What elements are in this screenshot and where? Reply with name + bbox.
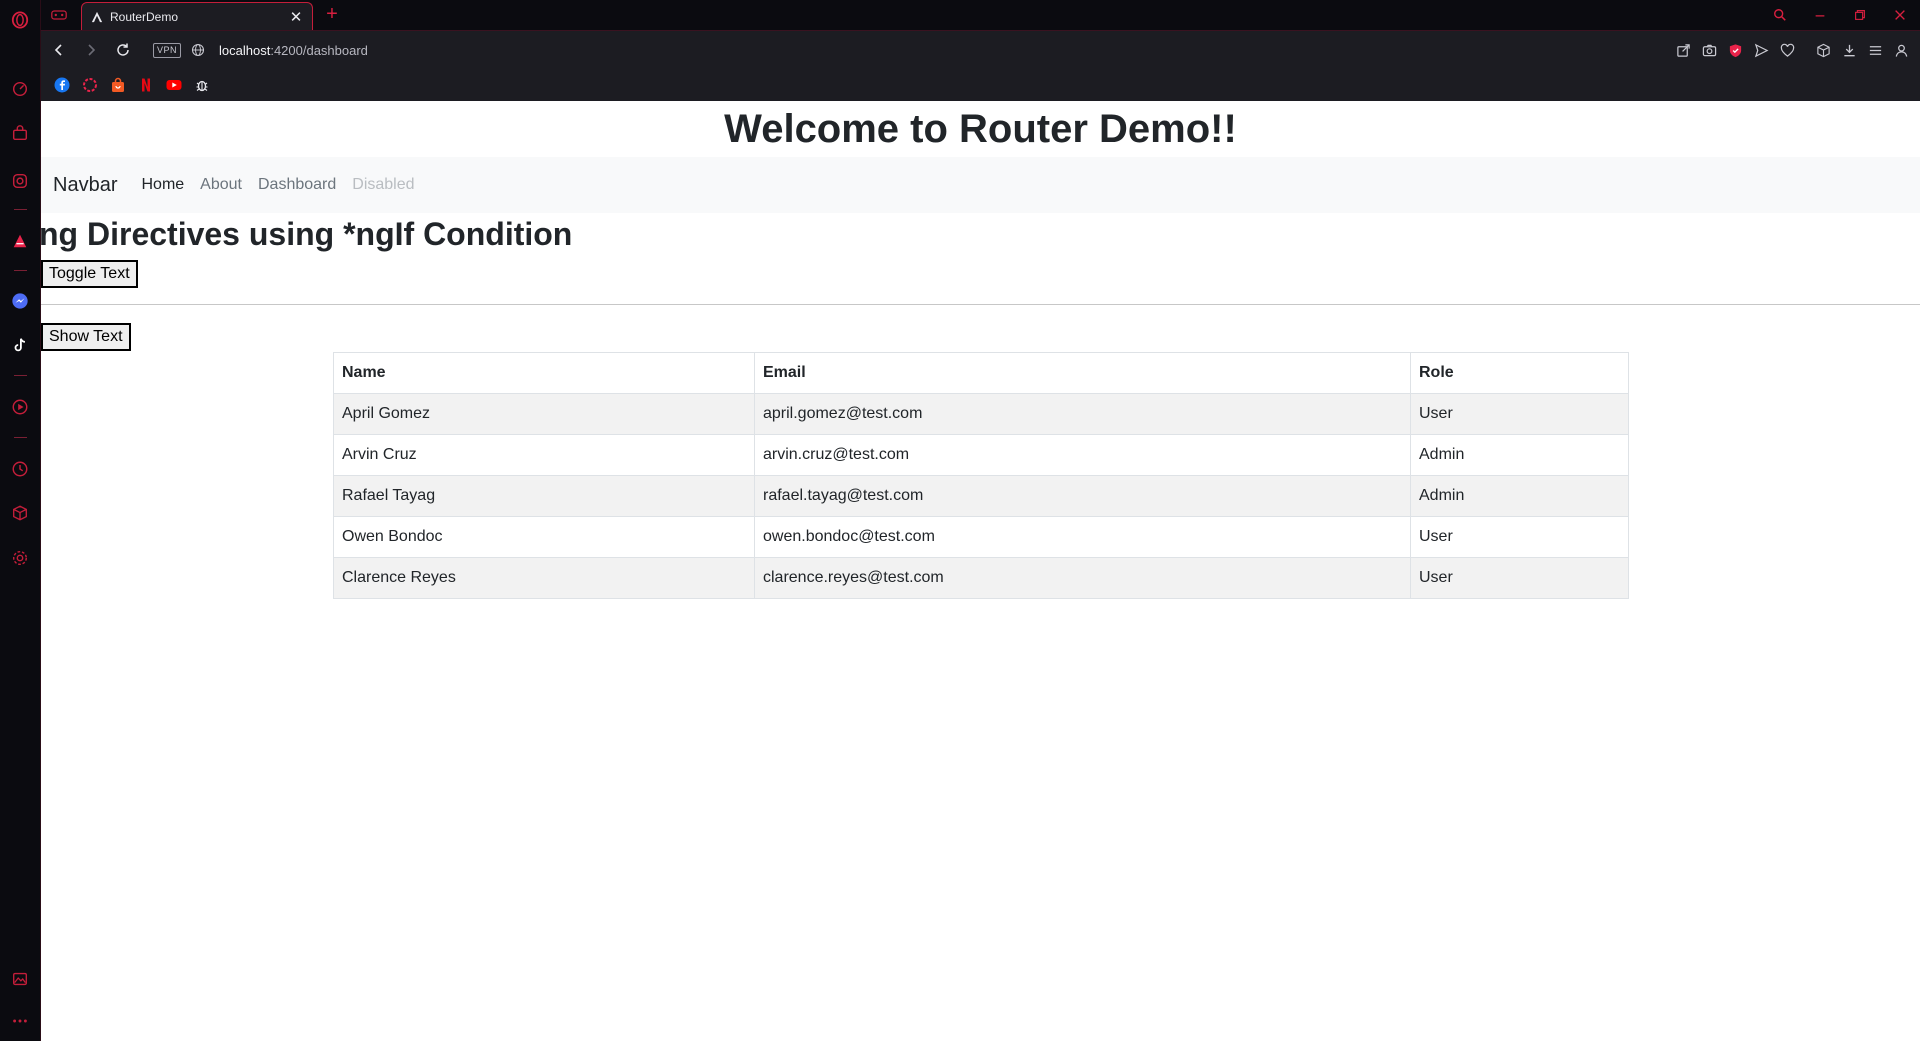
more-icon[interactable]: [9, 1010, 31, 1032]
heart-icon[interactable]: [1774, 36, 1800, 64]
cell-name: Clarence Reyes: [333, 557, 755, 599]
adblock-shield-icon[interactable]: [1722, 36, 1748, 64]
close-window-icon[interactable]: [1880, 0, 1920, 30]
sidebar-separator: [14, 209, 27, 210]
workspace-icon[interactable]: [49, 6, 69, 24]
url-host: localhost: [219, 42, 271, 58]
opera-ring-icon[interactable]: [82, 77, 98, 93]
sidebar-separator: [14, 437, 27, 438]
column-header-name: Name: [333, 352, 755, 394]
cell-name: April Gomez: [333, 393, 755, 435]
speed-dial-icon[interactable]: [9, 78, 31, 100]
vpn-badge[interactable]: VPN: [153, 42, 182, 58]
show-text-button[interactable]: Show Text: [41, 323, 131, 351]
cell-email: clarence.reyes@test.com: [754, 557, 1411, 599]
bug-icon[interactable]: [194, 77, 210, 93]
download-icon[interactable]: [1836, 36, 1862, 64]
close-tab-icon[interactable]: ✕: [288, 9, 304, 26]
image-icon[interactable]: [9, 968, 31, 990]
new-tab-icon[interactable]: +: [321, 3, 343, 25]
sidebar-separator: [14, 270, 27, 271]
forward-icon[interactable]: [75, 36, 107, 64]
table-row: Rafael Tayag rafael.tayag@test.com Admin: [333, 475, 1629, 517]
cell-role: Admin: [1410, 434, 1629, 476]
shop-icon[interactable]: [110, 77, 126, 93]
globe-icon[interactable]: [189, 41, 207, 59]
table-row: Clarence Reyes clarence.reyes@test.com U…: [333, 557, 1629, 599]
url-field[interactable]: localhost:4200/dashboard: [219, 43, 368, 58]
gear-icon[interactable]: [9, 547, 31, 569]
column-header-email: Email: [754, 352, 1411, 394]
navbar-brand[interactable]: Navbar: [53, 174, 117, 197]
tab-routerdemo[interactable]: RouterDemo ✕: [81, 2, 313, 30]
address-bar-tools: [1670, 31, 1914, 69]
cell-name: Rafael Tayag: [333, 475, 755, 517]
bag-icon[interactable]: [9, 122, 31, 144]
player-icon[interactable]: [9, 396, 31, 418]
toggle-text-button[interactable]: Toggle Text: [41, 260, 138, 288]
table-header-row: Name Email Role: [333, 352, 1629, 394]
cell-name: Arvin Cruz: [333, 434, 755, 476]
instagram-icon[interactable]: [9, 170, 31, 192]
nav-link-dashboard[interactable]: Dashboard: [258, 176, 336, 194]
tab-strip: RouterDemo ✕ +: [41, 0, 1920, 30]
easy-setup-icon[interactable]: [1862, 36, 1888, 64]
cell-email: owen.bondoc@test.com: [754, 516, 1411, 558]
table-row: April Gomez april.gomez@test.com User: [333, 393, 1629, 435]
browser-sidebar: [0, 0, 41, 1041]
cell-role: Admin: [1410, 475, 1629, 517]
table-row: Owen Bondoc owen.bondoc@test.com User: [333, 516, 1629, 558]
navbar: Navbar Home About Dashboard Disabled: [41, 157, 1920, 213]
share-icon[interactable]: [1670, 36, 1696, 64]
camera-icon[interactable]: [1696, 36, 1722, 64]
extensions-cube-icon[interactable]: [1810, 36, 1836, 64]
opera-logo-icon[interactable]: [9, 9, 31, 31]
reload-icon[interactable]: [107, 36, 139, 64]
messenger-icon[interactable]: [9, 290, 31, 312]
nav-link-about[interactable]: About: [200, 176, 242, 194]
netflix-icon[interactable]: [138, 77, 154, 93]
facebook-icon[interactable]: [54, 77, 70, 93]
back-icon[interactable]: [43, 36, 75, 64]
cube-icon[interactable]: [9, 502, 31, 524]
aria-icon[interactable]: [9, 230, 31, 252]
nav-link-home[interactable]: Home: [141, 176, 184, 194]
section-heading: ng Directives using *ngIf Condition: [41, 216, 573, 252]
history-icon[interactable]: [9, 458, 31, 480]
cell-role: User: [1410, 393, 1629, 435]
page-title: Welcome to Router Demo!!: [724, 107, 1237, 151]
nav-link-disabled: Disabled: [352, 176, 415, 193]
address-bar: VPN localhost:4200/dashboard: [41, 31, 1920, 69]
users-table: Name Email Role April Gomez april.gomez@…: [333, 352, 1629, 599]
column-header-role: Role: [1410, 352, 1629, 394]
cell-email: april.gomez@test.com: [754, 393, 1411, 435]
cell-role: User: [1410, 557, 1629, 599]
tiktok-icon[interactable]: [9, 334, 31, 356]
cell-role: User: [1410, 516, 1629, 558]
restore-icon[interactable]: [1840, 0, 1880, 30]
minimize-icon[interactable]: [1800, 0, 1840, 30]
table-row: Arvin Cruz arvin.cruz@test.com Admin: [333, 434, 1629, 476]
youtube-icon[interactable]: [166, 77, 182, 93]
horizontal-rule: [41, 304, 1920, 305]
cell-name: Owen Bondoc: [333, 516, 755, 558]
cell-email: arvin.cruz@test.com: [754, 434, 1411, 476]
search-tabs-icon[interactable]: [1760, 0, 1800, 30]
send-icon[interactable]: [1748, 36, 1774, 64]
profile-icon[interactable]: [1888, 36, 1914, 64]
window-controls: [1760, 0, 1920, 30]
url-path: :4200/dashboard: [270, 42, 368, 58]
cell-email: rafael.tayag@test.com: [754, 475, 1411, 517]
sidebar-separator: [14, 375, 27, 376]
page-viewport: Welcome to Router Demo!! Navbar Home Abo…: [41, 101, 1920, 1041]
angular-icon: [90, 10, 104, 24]
bookmarks-bar: [41, 69, 1920, 101]
tab-title: RouterDemo: [110, 9, 179, 24]
